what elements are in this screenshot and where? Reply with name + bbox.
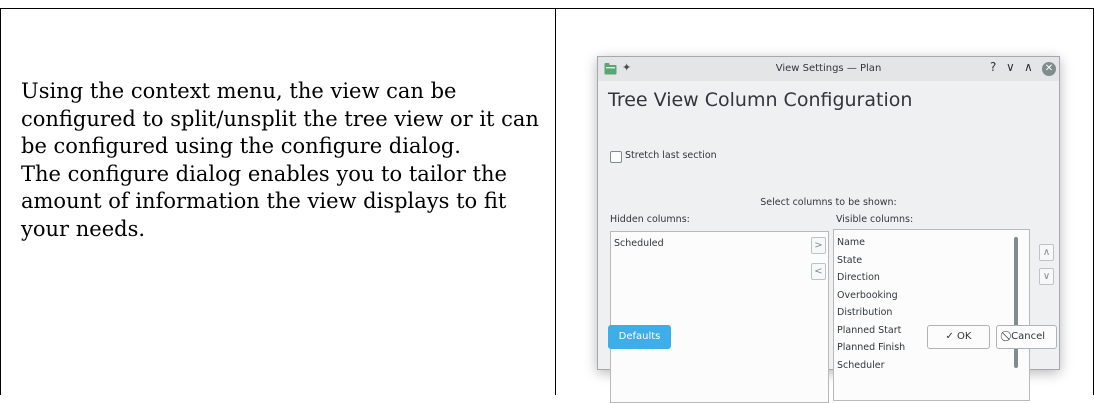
description-paragraph-1: Using the context menu, the view can be … — [21, 79, 539, 158]
visible-column-item[interactable]: Direction — [834, 269, 1029, 287]
column-divider — [555, 8, 556, 395]
title-bar[interactable]: ✦ View Settings — Plan ? ∨ ∧ ✕ — [598, 57, 1059, 81]
close-button[interactable]: ✕ — [1042, 62, 1056, 76]
visible-column-item[interactable]: Distribution — [834, 304, 1029, 322]
defaults-button[interactable]: Defaults — [608, 325, 671, 349]
description-paragraph-2: The configure dialog enables you to tail… — [21, 161, 507, 241]
hidden-columns-label: Hidden columns: — [610, 214, 690, 225]
visible-columns-list[interactable]: Name State Direction Overbooking Distrib… — [833, 229, 1030, 401]
stretch-last-section-label[interactable]: Stretch last section — [625, 150, 717, 161]
visible-column-item[interactable]: Scheduler — [834, 357, 1029, 375]
visible-column-item[interactable]: State — [834, 252, 1029, 270]
hidden-column-item[interactable]: Scheduled — [611, 235, 828, 253]
move-up-button[interactable]: ∧ — [1039, 244, 1054, 261]
move-left-button[interactable]: < — [811, 263, 826, 280]
minimize-button[interactable]: ∨ — [1006, 60, 1015, 74]
top-rule — [0, 8, 1094, 9]
maximize-button[interactable]: ∧ — [1024, 60, 1033, 74]
move-right-button[interactable]: > — [811, 237, 826, 254]
left-rule — [0, 8, 1, 395]
hidden-columns-list[interactable]: Scheduled — [610, 231, 829, 403]
stretch-last-section-checkbox[interactable] — [610, 151, 622, 163]
description-text: Using the context menu, the view can be … — [21, 78, 541, 243]
view-settings-dialog: ✦ View Settings — Plan ? ∨ ∧ ✕ Tree View… — [597, 56, 1060, 403]
ok-button[interactable]: ✓ OK — [927, 325, 990, 349]
visible-column-item[interactable]: Overbooking — [834, 287, 1029, 305]
cancel-button[interactable]: ⃠ Cancel — [996, 325, 1057, 349]
move-down-button[interactable]: ∨ — [1039, 268, 1054, 285]
visible-columns-label: Visible columns: — [836, 214, 914, 225]
visible-column-item[interactable]: Name — [834, 234, 1029, 252]
dialog-heading: Tree View Column Configuration — [608, 89, 913, 111]
select-columns-label: Select columns to be shown: — [760, 197, 897, 208]
help-button[interactable]: ? — [990, 60, 996, 74]
